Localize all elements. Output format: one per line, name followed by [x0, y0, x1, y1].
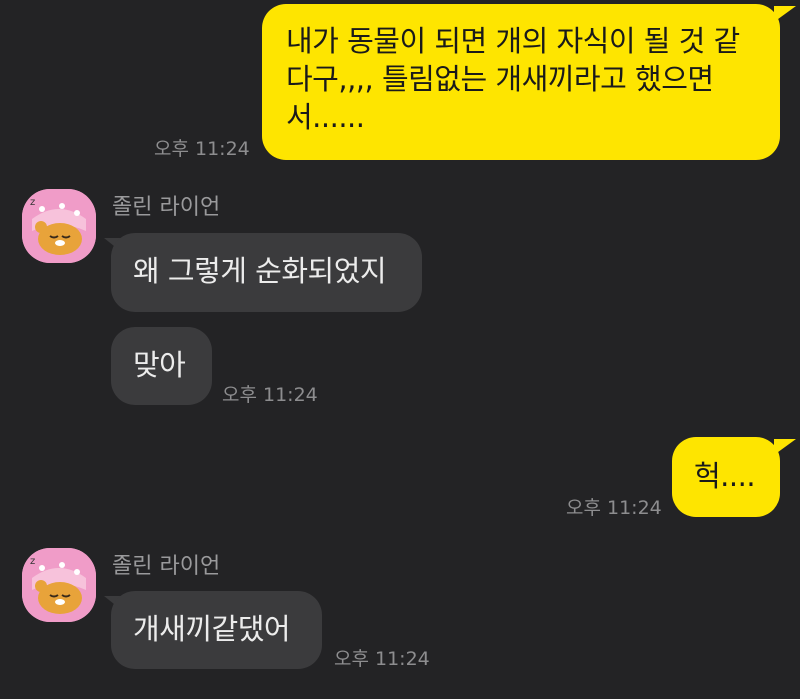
message-timestamp: 오후 11:24	[154, 138, 250, 160]
message-bubble-outgoing[interactable]: 내가 동물이 되면 개의 자식이 될 것 같다구,,,, 틀림없는 개새끼라고 …	[262, 4, 780, 160]
message-bubble-incoming[interactable]: 맞아	[111, 327, 212, 405]
svg-text:z: z	[30, 197, 35, 208]
bubble-tail	[774, 6, 796, 22]
message-text: 개새끼같댔어	[133, 612, 291, 646]
message-timestamp: 오후 11:24	[566, 497, 662, 519]
message-bubble-incoming[interactable]: 개새끼같댔어	[111, 591, 322, 669]
message-bubble-incoming[interactable]: 왜 그렇게 순화되었지	[111, 233, 422, 312]
message-timestamp: 오후 11:24	[222, 384, 318, 406]
message-text: 내가 동물이 되면 개의 자식이 될 것 같다구,,,, 틀림없는 개새끼라고 …	[286, 24, 740, 134]
avatar[interactable]: z	[22, 189, 96, 263]
message-text: 왜 그렇게 순화되었지	[133, 254, 387, 288]
sender-name: 졸린 라이언	[112, 195, 221, 220]
message-bubble-outgoing[interactable]: 헉....	[672, 437, 780, 517]
sleepy-ryan-icon: z	[22, 548, 96, 622]
bubble-tail	[774, 439, 796, 455]
avatar[interactable]: z	[22, 548, 96, 622]
message-text: 헉....	[694, 459, 756, 493]
message-timestamp: 오후 11:24	[334, 648, 430, 670]
svg-text:z: z	[30, 556, 35, 567]
sleepy-ryan-icon: z	[22, 189, 96, 263]
sender-name: 졸린 라이언	[112, 554, 221, 579]
message-text: 맞아	[133, 348, 186, 382]
